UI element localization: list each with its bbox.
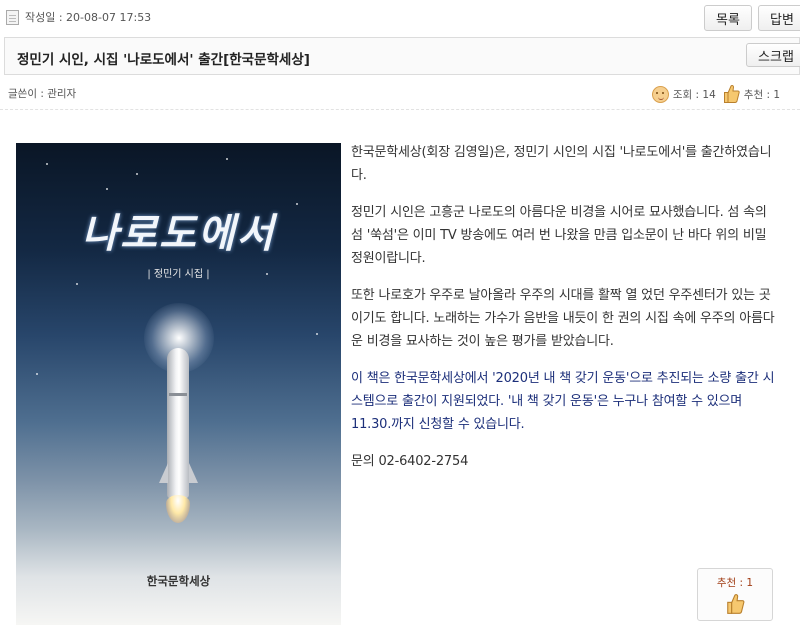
rocket-illustration (167, 348, 189, 498)
thumbs-up-icon (727, 594, 745, 614)
body-paragraph-highlight: 이 책은 한국문학세상에서 '2020년 내 책 갖기 운동'으로 추진되는 소… (351, 371, 775, 432)
recommend-count: 추천 : 1 (743, 88, 780, 101)
post-date: 작성일 : 20-08-07 17:53 (6, 9, 151, 25)
post-meta: 글쓴이 : 관리자 조회 : 14 추천 : 1 (0, 80, 800, 110)
book-cover-image: 나로도에서 | 정민기 시집 | 한국문학세상 (16, 143, 341, 625)
body-paragraph: 한국문학세상(회장 김영일)은, 정민기 시인의 시집 '나로도에서'를 출간하… (351, 145, 772, 183)
document-icon (6, 9, 19, 25)
rocket-band (169, 393, 187, 396)
post-title-bar: 정민기 시인, 시집 '나로도에서' 출간[한국문학세상] 스크랩 (4, 37, 800, 75)
views-count: 조회 : 14 (672, 88, 716, 101)
recommend-button-label: 추천 : 1 (716, 577, 754, 589)
post-stats: 조회 : 14 추천 : 1 (651, 84, 780, 104)
scrap-button[interactable]: 스크랩 (746, 43, 800, 67)
contact-info: 문의 02-6402-2754 (351, 454, 469, 469)
rocket-flame (166, 495, 190, 523)
rocket-fin-left (159, 463, 168, 483)
reply-button[interactable]: 답변 (758, 5, 800, 31)
date-label: 작성일 : 20-08-07 17:53 (25, 11, 152, 24)
post-body: 한국문학세상(회장 김영일)은, 정민기 시인의 시집 '나로도에서'를 출간하… (351, 141, 781, 487)
cover-title: 나로도에서 (81, 211, 276, 257)
thumbs-up-icon (723, 84, 740, 103)
body-paragraph: 정민기 시인은 고흥군 나로도의 아름다운 비경을 시어로 묘사했습니다. 섬 … (351, 205, 767, 266)
post-title: 정민기 시인, 시집 '나로도에서' 출간[한국문학세상] (17, 52, 310, 68)
author-label: 글쓴이 : 관리자 (8, 88, 77, 100)
cover-subtitle: | 정민기 시집 | (147, 269, 210, 280)
list-button[interactable]: 목록 (704, 5, 752, 31)
body-paragraph: 또한 나로호가 우주로 날아올라 우주의 시대를 활짝 열 었던 우주센터가 있… (351, 288, 775, 349)
smiley-icon (651, 85, 669, 103)
rocket-fin-right (189, 463, 198, 483)
top-bar: 작성일 : 20-08-07 17:53 목록 답변 (0, 0, 800, 36)
recommend-button[interactable]: 추천 : 1 (697, 568, 773, 621)
cover-publisher: 한국문학세상 (146, 574, 211, 588)
